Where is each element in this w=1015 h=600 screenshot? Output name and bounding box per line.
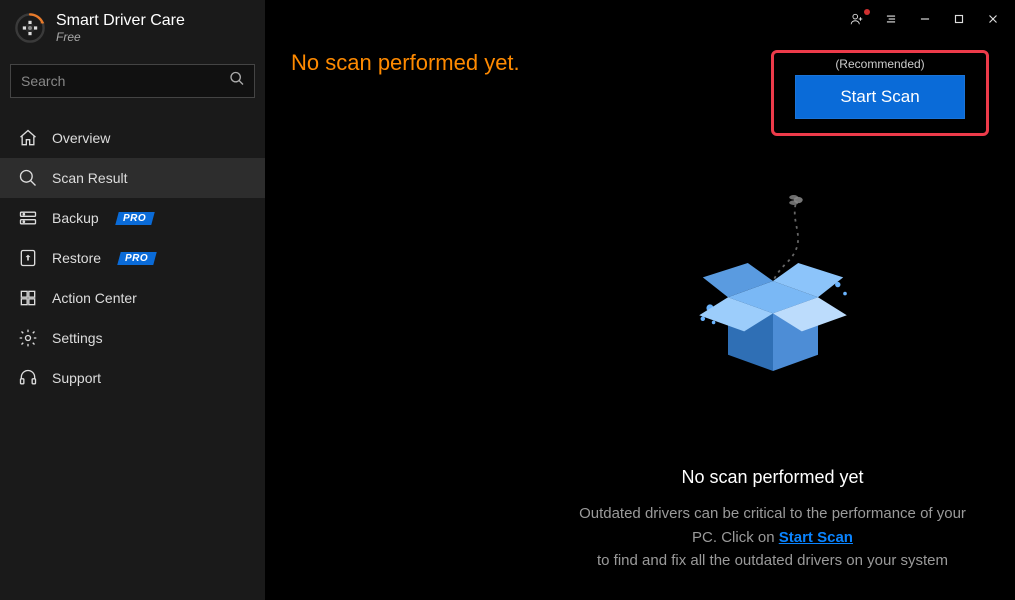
maximize-button[interactable] [945, 6, 973, 32]
sidebar-item-label: Restore [52, 250, 101, 266]
logo-area: Smart Driver Care Free [0, 0, 265, 56]
account-button[interactable] [843, 6, 871, 32]
scan-icon [18, 168, 38, 188]
sidebar-item-scan-result[interactable]: Scan Result [0, 158, 265, 198]
main-content: No scan performed yet. (Recommended) Sta… [265, 0, 1015, 600]
app-title: Smart Driver Care [56, 12, 185, 30]
minimize-icon [918, 12, 932, 26]
close-icon [986, 12, 1000, 26]
sidebar-item-action-center[interactable]: Action Center [0, 278, 265, 318]
app-edition: Free [56, 30, 185, 44]
sidebar-item-label: Scan Result [52, 170, 127, 186]
maximize-icon [952, 12, 966, 26]
headset-icon [18, 368, 38, 388]
search-icon[interactable] [229, 71, 245, 92]
notification-dot-icon [864, 9, 870, 15]
gear-icon [18, 328, 38, 348]
center-illustration [530, 190, 1015, 390]
caption-title: No scan performed yet [570, 467, 975, 488]
sidebar-item-label: Settings [52, 330, 103, 346]
backup-icon [18, 208, 38, 228]
close-button[interactable] [979, 6, 1007, 32]
caption-description: Outdated drivers can be critical to the … [570, 502, 975, 572]
sidebar-item-label: Action Center [52, 290, 137, 306]
menu-button[interactable] [877, 6, 905, 32]
search-wrap [0, 56, 265, 112]
start-scan-callout: (Recommended) Start Scan [771, 50, 989, 136]
user-icon [850, 12, 864, 26]
home-icon [18, 128, 38, 148]
recommended-label: (Recommended) [835, 57, 924, 71]
caption-area: No scan performed yet Outdated drivers c… [530, 467, 1015, 572]
caption-text-pre: Outdated drivers can be critical to the … [579, 505, 966, 545]
search-input[interactable] [10, 64, 255, 98]
sidebar-item-support[interactable]: Support [0, 358, 265, 398]
sidebar-item-backup[interactable]: Backup PRO [0, 198, 265, 238]
caption-text-line2: to find and fix all the outdated drivers… [597, 552, 948, 569]
pro-badge: PRO [117, 252, 157, 265]
sidebar-item-settings[interactable]: Settings [0, 318, 265, 358]
start-scan-link[interactable]: Start Scan [779, 529, 853, 546]
scan-status-headline: No scan performed yet. [291, 50, 520, 76]
search-box [10, 64, 255, 98]
titlebar-controls [843, 6, 1007, 32]
sidebar-item-restore[interactable]: Restore PRO [0, 238, 265, 278]
open-box-icon [683, 190, 863, 390]
sidebar-item-label: Backup [52, 210, 99, 226]
menu-icon [884, 12, 898, 26]
sidebar-nav: Overview Scan Result Backup PRO Rest [0, 118, 265, 398]
app-logo-icon [14, 12, 46, 44]
app-window: Smart Driver Care Free Overview [0, 0, 1015, 600]
grid-icon [18, 288, 38, 308]
pro-badge: PRO [115, 212, 155, 225]
sidebar-item-overview[interactable]: Overview [0, 118, 265, 158]
sidebar: Smart Driver Care Free Overview [0, 0, 265, 600]
sidebar-item-label: Overview [52, 130, 110, 146]
start-scan-button[interactable]: Start Scan [795, 75, 965, 119]
restore-icon [18, 248, 38, 268]
sidebar-item-label: Support [52, 370, 101, 386]
minimize-button[interactable] [911, 6, 939, 32]
logo-text: Smart Driver Care Free [56, 12, 185, 44]
